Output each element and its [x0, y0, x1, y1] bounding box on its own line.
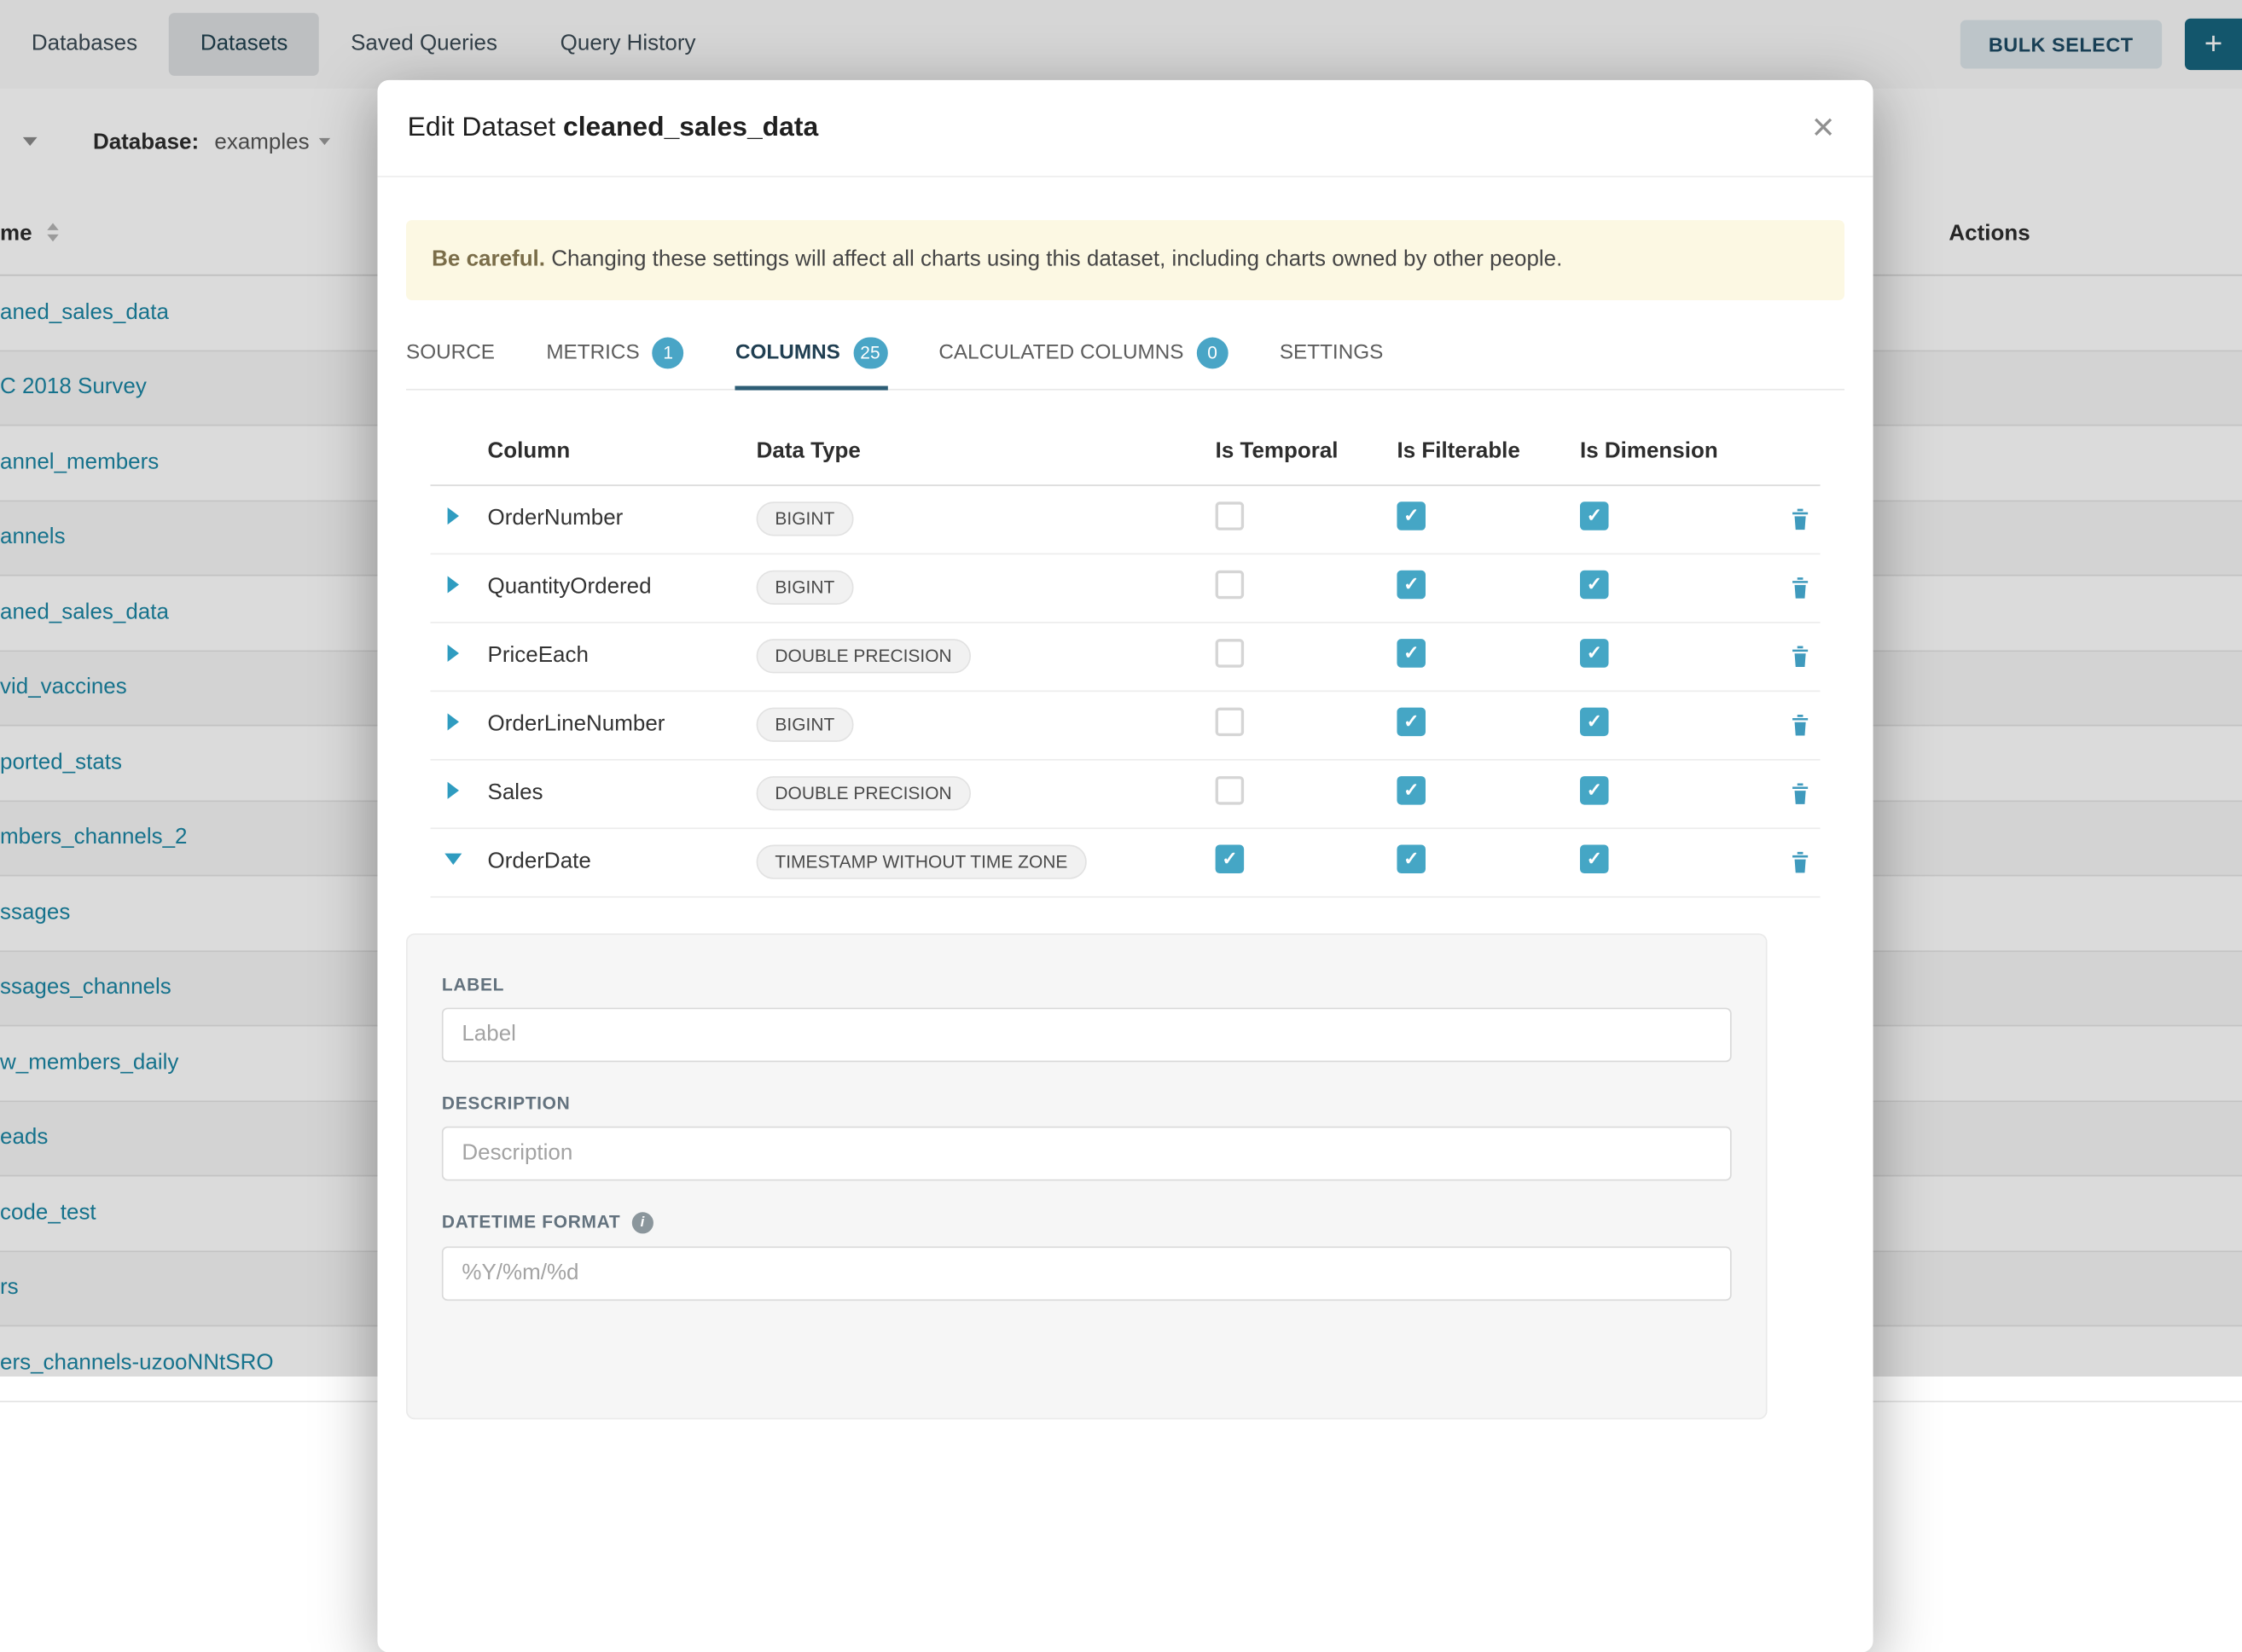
column-row: PriceEach DOUBLE PRECISION: [430, 623, 1820, 691]
screen: Databases Datasets Saved Queries Query H…: [0, 0, 2242, 1377]
trash-icon: [1789, 781, 1812, 805]
is-filterable-checkbox[interactable]: [1397, 844, 1426, 873]
delete-column-button[interactable]: [1789, 781, 1821, 805]
is-dimension-checkbox[interactable]: [1580, 776, 1609, 805]
expand-caret-icon[interactable]: [448, 577, 459, 594]
delete-column-button[interactable]: [1789, 644, 1821, 668]
columns-count-badge: 25: [853, 337, 887, 368]
is-filterable-checkbox[interactable]: [1397, 707, 1426, 736]
delete-column-button[interactable]: [1789, 713, 1821, 737]
column-name: PriceEach: [488, 644, 757, 669]
trash-icon: [1789, 850, 1812, 874]
description-input[interactable]: [442, 1126, 1732, 1180]
metrics-count-badge: 1: [653, 337, 684, 368]
is-dimension-checkbox[interactable]: [1580, 570, 1609, 599]
is-filterable-checkbox[interactable]: [1397, 570, 1426, 599]
columns-table: Column Data Type Is Temporal Is Filterab…: [430, 419, 1820, 897]
info-icon[interactable]: i: [632, 1212, 653, 1233]
data-type-pill: DOUBLE PRECISION: [757, 639, 971, 673]
label-field-label: LABEL: [442, 975, 1732, 994]
column-row: OrderNumber BIGINT: [430, 485, 1820, 554]
modal-tabs: SOURCE METRICS1 COLUMNS25 CALCULATED COL…: [406, 322, 1844, 390]
is-filterable-checkbox[interactable]: [1397, 776, 1426, 805]
expand-caret-icon[interactable]: [448, 714, 459, 731]
column-row: QuantityOrdered BIGINT: [430, 554, 1820, 623]
description-field: DESCRIPTION: [442, 1093, 1732, 1180]
trash-icon: [1789, 713, 1812, 737]
datetime-format-field-label: DATETIME FORMAT i: [442, 1212, 1732, 1233]
trash-icon: [1789, 644, 1812, 668]
is-temporal-checkbox[interactable]: [1216, 639, 1245, 668]
is-temporal-checkbox[interactable]: [1216, 844, 1245, 873]
is-dimension-checkbox[interactable]: [1580, 501, 1609, 530]
header-column: Column: [488, 438, 757, 464]
collapse-caret-icon[interactable]: [444, 854, 462, 865]
data-type-pill: DOUBLE PRECISION: [757, 776, 971, 810]
is-temporal-checkbox[interactable]: [1216, 501, 1245, 530]
datetime-format-input[interactable]: [442, 1246, 1732, 1301]
is-temporal-checkbox[interactable]: [1216, 776, 1245, 805]
description-field-label: DESCRIPTION: [442, 1093, 1732, 1113]
data-type-pill: TIMESTAMP WITHOUT TIME ZONE: [757, 845, 1087, 879]
tab-settings[interactable]: SETTINGS: [1280, 322, 1384, 390]
header-is-filterable: Is Filterable: [1397, 438, 1580, 464]
column-row: OrderLineNumber BIGINT: [430, 692, 1820, 760]
datetime-format-field: DATETIME FORMAT i: [442, 1212, 1732, 1301]
column-name: OrderDate: [488, 849, 757, 875]
modal-body: Be careful. Changing these settings will…: [377, 220, 1873, 1419]
data-type-pill: BIGINT: [757, 571, 853, 605]
tab-metrics[interactable]: METRICS1: [546, 322, 683, 390]
is-dimension-checkbox[interactable]: [1580, 844, 1609, 873]
expand-caret-icon[interactable]: [448, 782, 459, 799]
tab-source[interactable]: SOURCE: [406, 322, 495, 390]
delete-column-button[interactable]: [1789, 507, 1821, 530]
column-name: QuantityOrdered: [488, 575, 757, 600]
column-row: OrderDate TIMESTAMP WITHOUT TIME ZONE: [430, 829, 1820, 897]
delete-column-button[interactable]: [1789, 850, 1821, 874]
column-detail-editor: LABEL DESCRIPTION DATETIME FORMAT i: [406, 933, 1768, 1419]
delete-column-button[interactable]: [1789, 576, 1821, 600]
is-dimension-checkbox[interactable]: [1580, 707, 1609, 736]
expand-caret-icon[interactable]: [448, 507, 459, 525]
is-temporal-checkbox[interactable]: [1216, 707, 1245, 736]
data-type-pill: BIGINT: [757, 708, 853, 742]
columns-table-header: Column Data Type Is Temporal Is Filterab…: [430, 419, 1820, 486]
edit-dataset-modal: Edit Dataset cleaned_sales_data × Be car…: [377, 80, 1873, 1652]
data-type-pill: BIGINT: [757, 502, 853, 536]
label-input[interactable]: [442, 1007, 1732, 1062]
calculated-columns-count-badge: 0: [1197, 337, 1228, 368]
header-data-type: Data Type: [757, 438, 1216, 464]
is-temporal-checkbox[interactable]: [1216, 570, 1245, 599]
expand-caret-icon[interactable]: [448, 645, 459, 662]
label-field: LABEL: [442, 975, 1732, 1062]
tab-columns[interactable]: COLUMNS25: [735, 322, 887, 390]
is-dimension-checkbox[interactable]: [1580, 639, 1609, 668]
column-name: OrderNumber: [488, 507, 757, 532]
column-row: Sales DOUBLE PRECISION: [430, 760, 1820, 828]
close-icon[interactable]: ×: [1803, 106, 1844, 150]
column-name: OrderLineNumber: [488, 712, 757, 738]
warning-banner: Be careful. Changing these settings will…: [406, 220, 1844, 299]
is-filterable-checkbox[interactable]: [1397, 639, 1426, 668]
modal-header: Edit Dataset cleaned_sales_data ×: [377, 80, 1873, 177]
header-is-temporal: Is Temporal: [1216, 438, 1397, 464]
tab-calculated-columns[interactable]: CALCULATED COLUMNS0: [938, 322, 1228, 390]
header-is-dimension: Is Dimension: [1580, 438, 1757, 464]
dataset-name: cleaned_sales_data: [563, 113, 818, 142]
trash-icon: [1789, 576, 1812, 600]
column-name: Sales: [488, 780, 757, 806]
trash-icon: [1789, 507, 1812, 530]
is-filterable-checkbox[interactable]: [1397, 501, 1426, 530]
modal-title: Edit Dataset cleaned_sales_data: [408, 113, 819, 144]
